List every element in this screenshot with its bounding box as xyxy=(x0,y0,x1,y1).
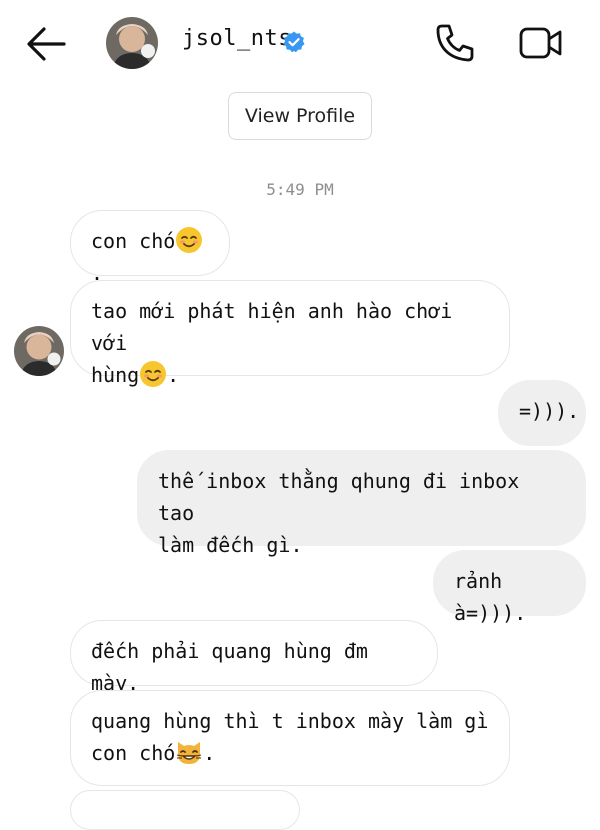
chat-username[interactable]: jsol_nts xyxy=(182,26,292,51)
message-bubble-incoming[interactable]: tao mới phát hiện anh hào chơi với hùng. xyxy=(70,280,510,387)
message-bubble-outgoing[interactable]: =))). xyxy=(498,380,586,446)
smiling-face-emoji-icon xyxy=(175,226,203,254)
message-suffix: . xyxy=(203,741,216,765)
message-text: con chó xyxy=(91,229,176,253)
message-bubble-incoming-partial[interactable] xyxy=(70,790,300,830)
message-bubble-outgoing[interactable]: rảnh à=))). xyxy=(433,550,586,625)
message-bubble-incoming[interactable]: con chó. xyxy=(70,210,230,285)
video-call-button[interactable] xyxy=(518,24,564,62)
voice-call-button[interactable] xyxy=(434,22,476,64)
phone-icon xyxy=(436,24,474,62)
message-text: =))). xyxy=(519,399,580,423)
message-suffix: . xyxy=(167,363,180,387)
message-line: hùng xyxy=(91,363,140,387)
chat-header: jsol_nts xyxy=(0,0,600,84)
grinning-cat-emoji-icon xyxy=(175,738,203,766)
message-line: thế inbox thằng qhung đi inbox tao xyxy=(158,469,520,525)
avatar[interactable] xyxy=(106,17,158,69)
message-text: rảnh à=))). xyxy=(454,569,527,625)
message-text: đếch phải quang hùng đm mày. xyxy=(91,639,368,695)
message-timestamp: 5:49 PM xyxy=(266,180,334,199)
smiling-face-emoji-icon xyxy=(139,360,167,388)
sender-avatar[interactable] xyxy=(14,326,64,376)
message-line: tao mới phát hiện anh hào chơi với xyxy=(91,299,453,355)
verified-badge-icon xyxy=(282,30,306,54)
view-profile-button[interactable]: View Profile xyxy=(228,92,372,140)
video-camera-icon xyxy=(519,27,562,59)
message-bubble-incoming[interactable]: quang hùng thì t inbox mày làm gì con ch… xyxy=(70,690,510,786)
message-bubble-incoming[interactable]: đếch phải quang hùng đm mày. xyxy=(70,620,438,695)
message-line: con chó xyxy=(91,741,176,765)
message-bubble-outgoing[interactable]: thế inbox thằng qhung đi inbox tao làm đ… xyxy=(137,450,586,557)
message-line: quang hùng thì t inbox mày làm gì xyxy=(91,709,489,733)
arrow-left-icon xyxy=(27,27,66,61)
back-button[interactable] xyxy=(24,24,68,64)
